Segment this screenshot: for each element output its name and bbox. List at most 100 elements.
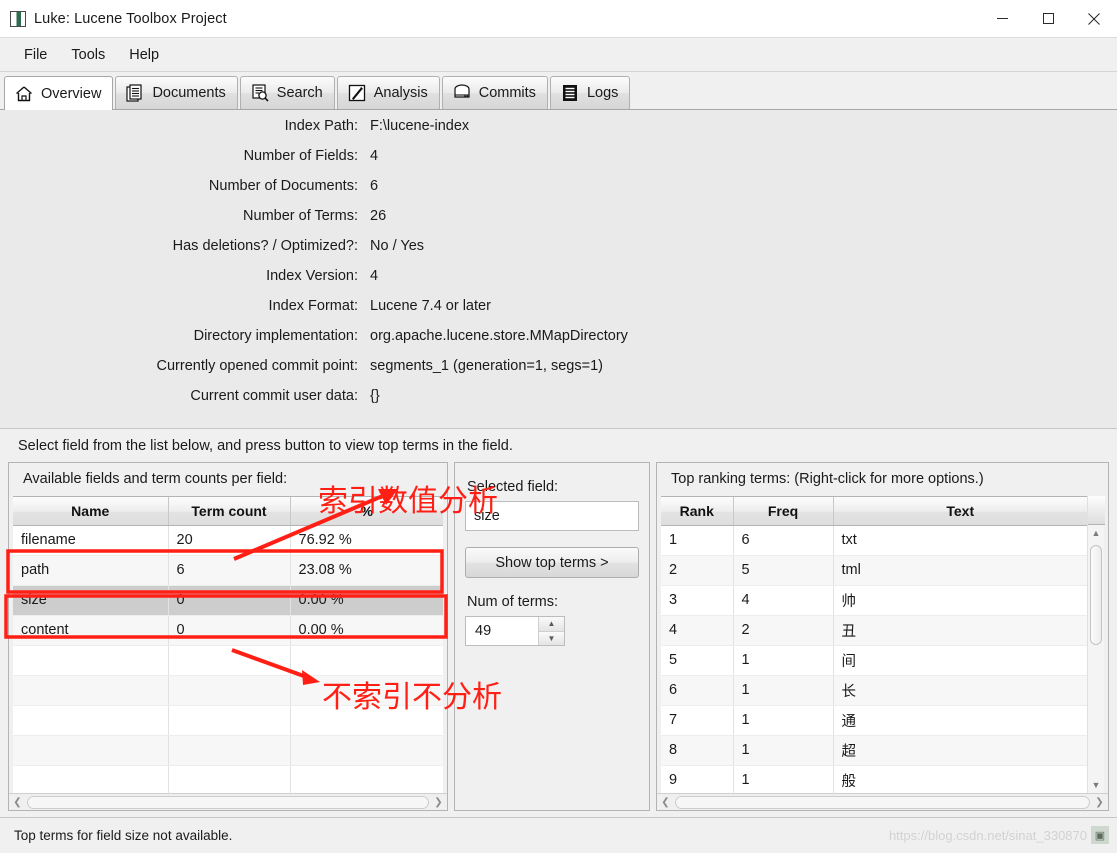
overview-row: Number of Fields: 4: [0, 148, 1117, 178]
maximize-icon[interactable]: [1025, 0, 1071, 38]
table-row[interactable]: 7 1 通: [661, 705, 1087, 736]
selected-field-label: Selected field:: [467, 479, 559, 495]
field-termcount-cell: 0: [168, 615, 291, 646]
column-header-name[interactable]: Name: [13, 497, 169, 526]
field-name-cell: [13, 705, 169, 736]
scroll-thumb[interactable]: [1089, 545, 1102, 645]
tab-search-label: Search: [276, 85, 323, 101]
scroll-track[interactable]: [27, 795, 429, 809]
overview-label: Currently opened commit point:: [156, 358, 359, 374]
table-row[interactable]: 8 1 超: [661, 735, 1087, 766]
field-percent-cell: [290, 705, 443, 736]
scroll-track[interactable]: [675, 795, 1090, 809]
tab-overview[interactable]: Overview: [4, 76, 114, 110]
tab-commits[interactable]: Commits: [441, 76, 548, 109]
menu-tools[interactable]: Tools: [59, 43, 117, 67]
scroll-up-icon[interactable]: ▲: [1088, 525, 1105, 541]
menu-file[interactable]: File: [12, 43, 59, 67]
table-row[interactable]: 5 1 间: [661, 645, 1087, 676]
fields-table-container: Name Term count % filename 20 76.92 % pa…: [13, 496, 443, 796]
field-percent-cell: 0.00 %: [290, 615, 443, 646]
menu-help[interactable]: Help: [117, 43, 171, 67]
table-row[interactable]: [13, 675, 443, 706]
table-row[interactable]: [13, 645, 443, 676]
column-header-rank[interactable]: Rank: [661, 497, 734, 526]
scroll-right-icon[interactable]: ❯: [1092, 795, 1107, 810]
table-row-selected[interactable]: size 0 0.00 %: [13, 585, 443, 616]
scroll-track-vertical[interactable]: [1088, 541, 1105, 777]
scroll-right-icon[interactable]: ❯: [431, 795, 446, 810]
tab-search[interactable]: Search: [239, 76, 335, 109]
terms-table[interactable]: Rank Freq Text 1 6 txt 2 5 tml 3 4 帅 4 2…: [661, 497, 1087, 796]
table-row[interactable]: [13, 705, 443, 736]
term-rank-cell: 4: [661, 615, 734, 646]
term-freq-cell: 2: [733, 615, 834, 646]
column-header-text[interactable]: Text: [833, 497, 1087, 526]
scroll-left-icon[interactable]: ❮: [10, 795, 25, 810]
table-row[interactable]: 1 6 txt: [661, 525, 1087, 556]
overview-value: 6: [370, 178, 379, 194]
documents-icon: [126, 84, 143, 102]
column-header-percent[interactable]: %: [290, 497, 443, 526]
status-message: Top terms for field size not available.: [14, 828, 233, 843]
tab-documents[interactable]: Documents: [115, 76, 238, 109]
overview-row: Current commit user data: {}: [0, 388, 1117, 418]
scroll-left-icon[interactable]: ❮: [658, 795, 673, 810]
num-of-terms-label: Num of terms:: [467, 594, 559, 610]
stepper-down-icon[interactable]: ▼: [539, 630, 564, 645]
num-of-terms-input[interactable]: 49: [466, 617, 538, 645]
tab-overview-label: Overview: [41, 85, 102, 102]
table-row[interactable]: 2 5 tml: [661, 555, 1087, 586]
table-row[interactable]: [13, 765, 443, 796]
terms-table-container: Rank Freq Text 1 6 txt 2 5 tml 3 4 帅 4 2…: [661, 496, 1105, 796]
luke-application-window: Luke: Lucene Toolbox Project File Tools …: [0, 0, 1117, 853]
fields-table[interactable]: Name Term count % filename 20 76.92 % pa…: [13, 497, 443, 796]
field-termcount-cell: 6: [168, 555, 291, 586]
overview-value: 4: [370, 268, 379, 284]
overview-value: Lucene 7.4 or later: [370, 298, 491, 314]
app-icon: [10, 10, 26, 27]
minimize-icon[interactable]: [979, 0, 1025, 38]
selected-field-panel: Selected field: size Show top terms > Nu…: [454, 462, 650, 811]
show-top-terms-button[interactable]: Show top terms >: [465, 547, 639, 578]
table-row[interactable]: 4 2 丑: [661, 615, 1087, 646]
term-text-cell: tml: [833, 555, 1087, 586]
table-row[interactable]: content 0 0.00 %: [13, 615, 443, 646]
stepper-up-icon[interactable]: ▲: [539, 617, 564, 631]
field-percent-cell: 76.92 %: [290, 525, 443, 556]
term-freq-cell: 1: [733, 645, 834, 676]
close-icon[interactable]: [1071, 0, 1117, 38]
term-text-cell: txt: [833, 525, 1087, 556]
field-percent-cell: 0.00 %: [290, 585, 443, 616]
table-row[interactable]: 3 4 帅: [661, 585, 1087, 616]
scroll-down-icon[interactable]: ▼: [1088, 777, 1105, 793]
column-header-freq[interactable]: Freq: [733, 497, 834, 526]
scrollbar-corner: [1087, 496, 1105, 525]
table-row[interactable]: path 6 23.08 %: [13, 555, 443, 586]
table-row[interactable]: 9 1 般: [661, 765, 1087, 796]
term-freq-cell: 5: [733, 555, 834, 586]
term-rank-cell: 5: [661, 645, 734, 676]
main-panes: Available fields and term counts per fie…: [0, 462, 1117, 817]
tab-documents-label: Documents: [152, 85, 226, 101]
field-name-cell: content: [13, 615, 169, 646]
overview-label: Number of Documents:: [208, 178, 358, 194]
table-row[interactable]: filename 20 76.92 %: [13, 525, 443, 556]
terms-table-header-row: Rank Freq Text: [661, 497, 1087, 526]
field-termcount-cell: [168, 645, 291, 676]
term-text-cell: 间: [833, 645, 1087, 676]
terms-horizontal-scrollbar[interactable]: ❮ ❯: [657, 793, 1108, 810]
fields-horizontal-scrollbar[interactable]: ❮ ❯: [9, 793, 447, 810]
column-header-term-count[interactable]: Term count: [168, 497, 291, 526]
table-row[interactable]: [13, 735, 443, 766]
field-name-cell: path: [13, 555, 169, 586]
terms-table-scroll-area: Rank Freq Text 1 6 txt 2 5 tml 3 4 帅 4 2…: [661, 496, 1087, 796]
table-row[interactable]: 6 1 长: [661, 675, 1087, 706]
terms-vertical-scrollbar[interactable]: ▲ ▼: [1087, 496, 1105, 793]
instruction-text: Select field from the list below, and pr…: [0, 429, 1117, 462]
term-rank-cell: 6: [661, 675, 734, 706]
selected-field-value: size: [465, 501, 639, 531]
tab-analysis[interactable]: Analysis: [336, 76, 440, 109]
tab-logs[interactable]: Logs: [549, 76, 631, 109]
num-of-terms-stepper[interactable]: 49 ▲ ▼: [465, 616, 565, 646]
